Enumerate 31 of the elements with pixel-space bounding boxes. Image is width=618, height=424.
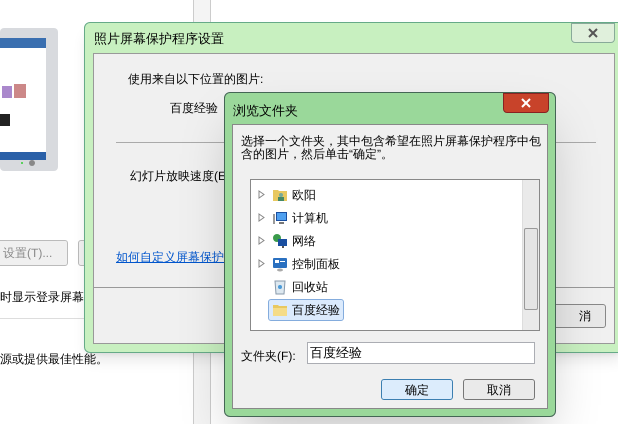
power-text: 源或提供最佳性能。 [0,351,108,368]
scrollbar[interactable] [522,180,539,330]
cancel-button[interactable]: 取消 [463,379,535,400]
computer-icon [272,210,288,226]
close-icon [521,98,531,108]
expand-arrow-icon[interactable] [258,213,265,222]
close-button[interactable] [503,93,549,113]
ok-button[interactable]: 确定 [381,379,453,400]
expand-arrow-icon[interactable] [258,236,265,245]
tree-item[interactable]: 计算机 [268,206,332,228]
close-icon [588,28,598,38]
help-link[interactable]: 如何自定义屏幕保护 [116,248,224,266]
control-panel-icon [272,256,288,272]
source-label: 使用来自以下位置的图片: [128,71,264,88]
folder-field[interactable]: 百度经验 [307,342,535,364]
folder-label: 文件夹(F): [241,348,296,365]
tree-item[interactable]: 回收站 [268,276,332,298]
dialog-title: 浏览文件夹 [233,102,298,120]
tree-item[interactable]: 控制面板 [268,252,344,274]
tree-item[interactable]: 欧阳 [268,184,320,206]
source-value: 百度经验 [170,100,218,117]
network-globe-icon [272,232,288,248]
tree-item[interactable]: 网络 [268,230,320,252]
recycle-bin-icon [272,278,288,294]
close-button[interactable] [571,23,615,43]
tree-item[interactable]: 百度经验 [268,298,344,320]
expand-arrow-icon[interactable] [258,190,265,199]
login-screen-text: 时显示登录屏幕 [0,289,84,306]
window-title: 照片屏幕保护程序设置 [94,30,224,48]
expand-arrow-icon[interactable] [258,259,265,268]
instruction-text: 选择一个文件夹，其中包含希望在照片屏幕保护程序中包含的图片，然后单击“确定”。 [241,135,541,161]
